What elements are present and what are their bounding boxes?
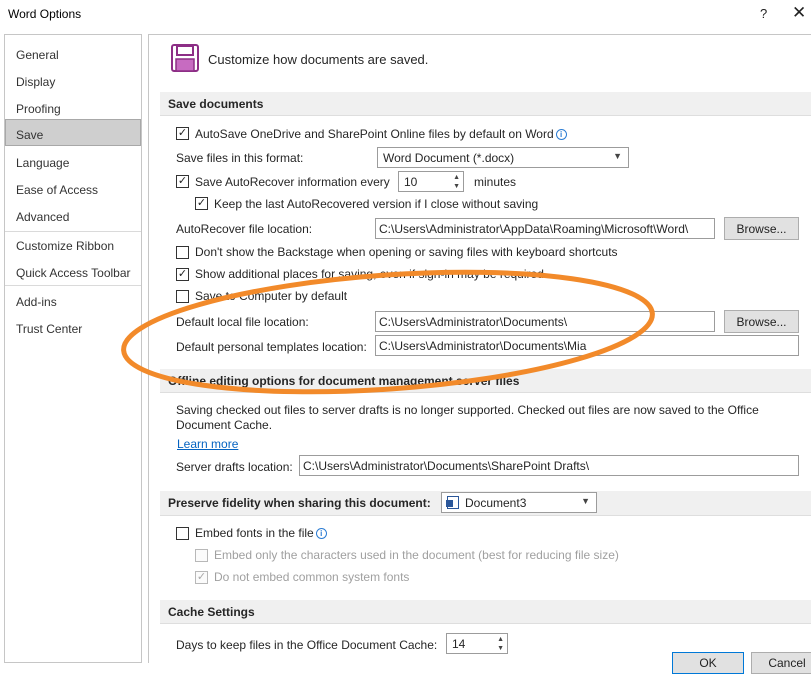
sidebar-item-display[interactable]: Display xyxy=(5,66,141,93)
section-preserve-fidelity-title: Preserve fidelity when sharing this docu… xyxy=(168,496,431,510)
server-drafts-input[interactable]: C:\Users\Administrator\Documents\SharePo… xyxy=(299,455,799,476)
sidebar-item-language[interactable]: Language xyxy=(5,147,141,174)
sidebar-item-general[interactable]: General xyxy=(5,39,141,66)
autorecover-browse-button[interactable]: Browse... xyxy=(724,217,799,240)
cache-days-spinner[interactable]: 14 ▲ ▼ xyxy=(446,633,508,654)
sidebar-item-label: General xyxy=(16,48,59,62)
templates-location-label: Default personal templates location: xyxy=(176,340,367,354)
options-sidebar: General Display Proofing Save Language E… xyxy=(4,34,142,663)
sidebar-item-save[interactable]: Save xyxy=(5,119,141,146)
sidebar-item-label: Add-ins xyxy=(16,295,57,309)
sidebar-item-label: Advanced xyxy=(16,210,70,224)
autorecover-label: Save AutoRecover information every xyxy=(195,175,390,189)
save-to-computer-checkbox[interactable] xyxy=(176,290,189,303)
sidebar-item-add-ins[interactable]: Add-ins xyxy=(5,286,141,313)
word-document-icon xyxy=(446,496,459,509)
sidebar-item-label: Display xyxy=(16,75,56,89)
sidebar-item-label: Trust Center xyxy=(16,322,83,336)
sidebar-item-advanced[interactable]: Advanced xyxy=(5,201,141,228)
save-format-dropdown[interactable]: Word Document (*.docx) ▼ xyxy=(377,147,629,168)
floppy-disk-icon xyxy=(171,44,199,72)
backstage-checkbox[interactable] xyxy=(176,246,189,259)
templates-location-input[interactable]: C:\Users\Administrator\Documents\Mia xyxy=(375,335,799,356)
autorecover-minutes-value: 10 xyxy=(404,175,418,189)
keep-last-version-checkbox[interactable]: ✓ xyxy=(195,197,208,210)
autorecover-location-input[interactable]: C:\Users\Administrator\AppData\Roaming\M… xyxy=(375,218,715,239)
spin-down-icon[interactable]: ▼ xyxy=(497,645,504,652)
no-common-fonts-label: Do not embed common system fonts xyxy=(214,570,410,584)
autorecover-minutes-spinner[interactable]: 10 ▲ ▼ xyxy=(398,171,464,192)
cancel-button[interactable]: Cancel xyxy=(751,652,811,674)
embed-fonts-label-text: Embed fonts in the file xyxy=(195,526,314,540)
sidebar-item-label: Customize Ribbon xyxy=(16,239,115,253)
info-icon: i xyxy=(315,528,327,539)
autosave-label-text: AutoSave OneDrive and SharePoint Online … xyxy=(195,127,554,141)
save-to-computer-label: Save to Computer by default xyxy=(195,289,348,303)
help-button[interactable]: ? xyxy=(760,6,767,21)
sidebar-item-ease-of-access[interactable]: Ease of Access xyxy=(5,174,141,201)
sidebar-item-label: Save xyxy=(16,128,44,142)
autorecover-checkbox[interactable]: ✓ xyxy=(176,175,189,188)
close-button[interactable]: ✕ xyxy=(792,3,806,23)
title-bar: Word Options ? ✕ xyxy=(0,0,811,30)
spin-down-icon[interactable]: ▼ xyxy=(453,183,460,190)
default-local-location-input[interactable]: C:\Users\Administrator\Documents\ xyxy=(375,311,715,332)
learn-more-link[interactable]: Learn more xyxy=(177,437,238,451)
no-common-fonts-checkbox[interactable]: ✓ xyxy=(195,571,208,584)
sidebar-item-proofing[interactable]: Proofing xyxy=(5,93,141,120)
ok-button[interactable]: OK xyxy=(672,652,744,674)
sidebar-item-trust-center[interactable]: Trust Center xyxy=(5,313,141,340)
keep-last-version-label: Keep the last AutoRecovered version if I… xyxy=(214,197,539,211)
save-format-label: Save files in this format: xyxy=(176,151,304,165)
autorecover-location-label: AutoRecover file location: xyxy=(176,222,313,236)
save-format-value: Word Document (*.docx) xyxy=(383,151,515,165)
sidebar-item-label: Proofing xyxy=(16,102,61,116)
page-header-text: Customize how documents are saved. xyxy=(208,52,429,67)
window-title: Word Options xyxy=(8,7,82,21)
sidebar-item-label: Ease of Access xyxy=(16,183,99,197)
chevron-down-icon: ▼ xyxy=(613,151,622,161)
offline-notice-line1: Saving checked out files to server draft… xyxy=(176,403,759,417)
fidelity-document-value: Document3 xyxy=(465,496,527,510)
additional-places-label: Show additional places for saving, even … xyxy=(195,267,548,281)
info-icon: i xyxy=(555,129,567,140)
sidebar-item-quick-access-toolbar[interactable]: Quick Access Toolbar xyxy=(5,257,141,284)
autosave-label: AutoSave OneDrive and SharePoint Online … xyxy=(195,127,567,141)
server-drafts-label: Server drafts location: xyxy=(176,460,293,474)
fidelity-document-dropdown[interactable]: Document3 ▼ xyxy=(441,492,597,513)
embed-only-used-label: Embed only the characters used in the do… xyxy=(214,548,619,562)
chevron-down-icon: ▼ xyxy=(581,496,590,506)
section-save-documents: Save documents xyxy=(160,92,811,116)
offline-notice-line2: Document Cache. xyxy=(176,418,273,432)
default-local-location-label: Default local file location: xyxy=(176,315,309,329)
default-local-browse-button[interactable]: Browse... xyxy=(724,310,799,333)
additional-places-checkbox[interactable]: ✓ xyxy=(176,268,189,281)
autosave-checkbox[interactable]: ✓ xyxy=(176,127,189,140)
cache-days-value: 14 xyxy=(452,637,466,651)
sidebar-item-label: Language xyxy=(16,156,70,170)
minutes-label: minutes xyxy=(474,175,517,189)
embed-fonts-label: Embed fonts in the file i xyxy=(195,526,327,540)
sidebar-item-label: Quick Access Toolbar xyxy=(16,266,131,280)
backstage-label: Don't show the Backstage when opening or… xyxy=(195,245,618,259)
section-offline-editing: Offline editing options for document man… xyxy=(160,369,811,393)
sidebar-item-customize-ribbon[interactable]: Customize Ribbon xyxy=(5,230,141,257)
embed-only-used-checkbox[interactable] xyxy=(195,549,208,562)
embed-fonts-checkbox[interactable] xyxy=(176,527,189,540)
section-cache-settings: Cache Settings xyxy=(160,600,811,624)
cache-days-label: Days to keep files in the Office Documen… xyxy=(176,638,438,652)
spin-up-icon[interactable]: ▲ xyxy=(453,174,460,181)
spin-up-icon[interactable]: ▲ xyxy=(497,636,504,643)
